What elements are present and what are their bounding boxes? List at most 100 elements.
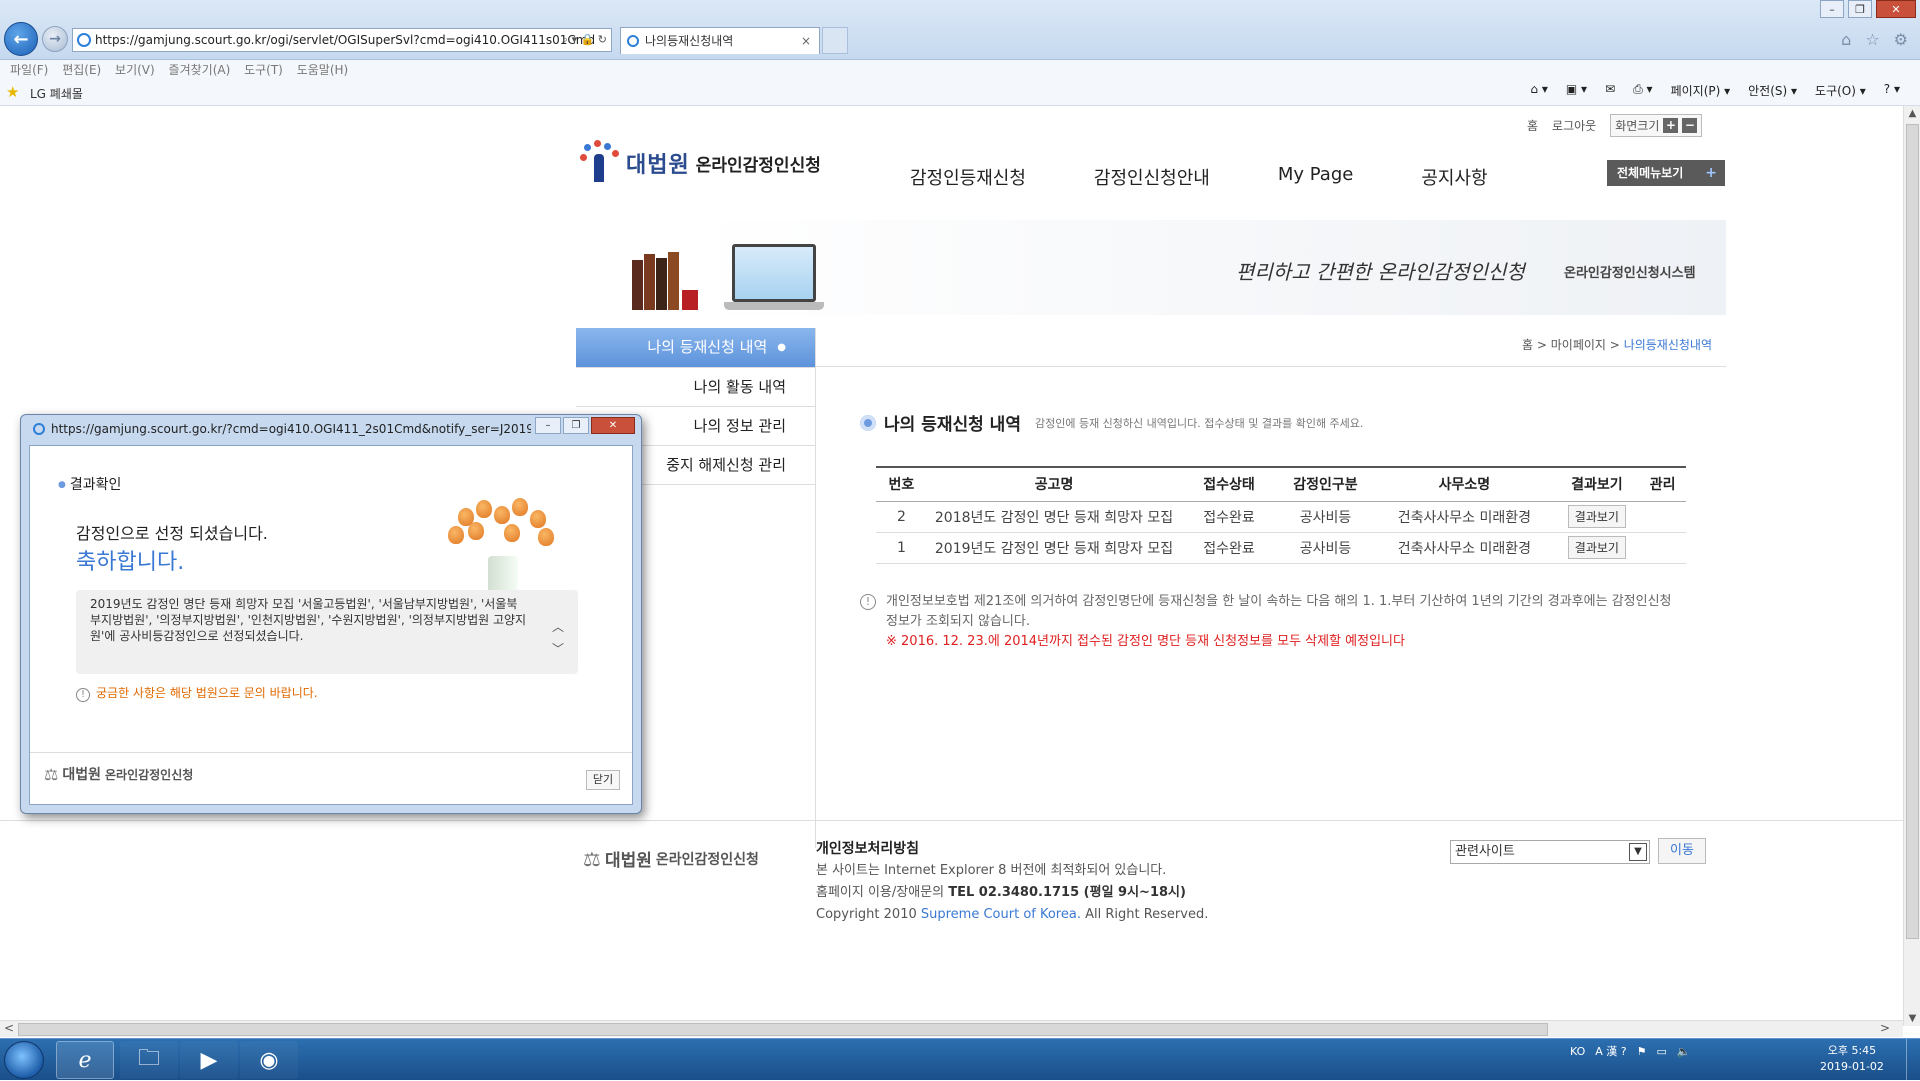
scroll-down-icon[interactable]: ▼ [1904, 1013, 1920, 1024]
view-result-button[interactable]: 결과보기 [1567, 536, 1626, 559]
gnb-register[interactable]: 감정인등재신청 [910, 164, 1026, 190]
result-popup-window: https://gamjung.scourt.go.kr/?cmd=ogi410… [20, 414, 642, 814]
windows-taskbar: ℯ 🗀 ▶ ◉ KO A 漢 ? ⚑ ▭ 🔈 오후 5:45 2019-01-0… [0, 1038, 1920, 1081]
cell-result: 결과보기 [1554, 501, 1640, 533]
cmd-page[interactable]: 페이지(P) ▾ [1671, 82, 1731, 99]
util-logout-link[interactable]: 로그아웃 [1552, 117, 1596, 134]
tray-volume-icon[interactable]: 🔈 [1677, 1045, 1691, 1058]
close-window-button[interactable]: ✕ [1876, 0, 1916, 18]
font-size-label: 화면크기 [1615, 119, 1660, 133]
popup-body: 결과확인 감정인으로 선정 되셨습니다. 축하합니다. 2019년도 감정인 명… [29, 445, 633, 805]
menu-edit[interactable]: 편집(E) [62, 60, 101, 80]
home-icon[interactable]: ⌂ [1841, 30, 1851, 49]
view-result-button[interactable]: 결과보기 [1567, 505, 1626, 528]
favorite-link[interactable]: LG 폐쇄몰 [30, 85, 83, 102]
side-nav-divider [815, 328, 816, 848]
font-size-minus-button[interactable]: − [1682, 118, 1698, 133]
settings-gear-icon[interactable]: ⚙ [1894, 30, 1908, 49]
vertical-scroll-thumb[interactable] [1906, 124, 1919, 939]
address-actions-icon[interactable]: ⌕ ▾ 🔒 ↻ [562, 29, 607, 51]
menu-file[interactable]: 파일(F) [10, 60, 48, 80]
tray-ime-icon[interactable]: A 漢 ? [1595, 1043, 1626, 1059]
popup-titlebar: https://gamjung.scourt.go.kr/?cmd=ogi410… [31, 419, 531, 439]
section-desc: 감정인에 등재 신청하신 내역입니다. 접수상태 및 결과를 확인해 주세요. [1034, 416, 1364, 430]
crumb-mypage[interactable]: 마이페이지 [1551, 338, 1606, 352]
cell-result: 결과보기 [1554, 532, 1640, 564]
popup-maximize-button[interactable]: ❐ [563, 417, 589, 434]
cell-no: 2 [876, 501, 927, 533]
taskbar-chrome-icon[interactable]: ◉ [240, 1041, 298, 1079]
go-button[interactable]: 이동 [1658, 838, 1706, 864]
favorites-star-icon[interactable]: ★ [6, 83, 19, 101]
crumb-sep: > [1609, 338, 1620, 352]
utility-links: 홈 로그아웃 화면크기 + − [1527, 114, 1703, 137]
lnb-item-registration[interactable]: 나의 등재신청 내역 [576, 328, 816, 368]
util-home-link[interactable]: 홈 [1527, 117, 1538, 134]
tab-close-icon[interactable]: × [801, 28, 811, 54]
horizontal-scrollbar[interactable]: < > [0, 1020, 1903, 1037]
vertical-scrollbar[interactable]: ▲ ▼ [1903, 106, 1920, 1026]
popup-message-box[interactable]: 2019년도 감정인 명단 등재 희망자 모집 '서울고등법원', '서울남부지… [76, 590, 578, 674]
copyright-suffix: All Right Reserved. [1080, 907, 1209, 922]
address-url: https://gamjung.scourt.go.kr/ogi/servlet… [95, 33, 596, 47]
taskbar-ie-icon[interactable]: ℯ [56, 1041, 114, 1079]
taskbar-clock[interactable]: 오후 5:45 2019-01-02 [1820, 1043, 1884, 1075]
cmd-help[interactable]: ? ▾ [1884, 82, 1900, 99]
popup-close-button[interactable]: 닫기 [586, 770, 620, 790]
show-desktop-button[interactable] [1906, 1039, 1920, 1081]
new-tab-button[interactable] [822, 27, 848, 54]
cell-type: 공사비등 [1276, 532, 1375, 564]
cmd-print-icon[interactable]: ⎙ ▾ [1633, 82, 1652, 99]
cmd-safety[interactable]: 안전(S) ▾ [1748, 82, 1797, 99]
menu-tools[interactable]: 도구(T) [244, 60, 283, 80]
scroll-right-icon[interactable]: > [1880, 1021, 1890, 1035]
gnb-notice[interactable]: 공지사항 [1421, 164, 1487, 190]
menu-help[interactable]: 도움말(H) [297, 60, 349, 80]
popup-minimize-button[interactable]: – [535, 417, 561, 434]
tray-flag-icon[interactable]: ⚑ [1637, 1045, 1647, 1058]
scroll-up-icon[interactable]: ▲ [1904, 108, 1920, 119]
minimize-button[interactable]: – [1820, 0, 1844, 18]
cmd-home-icon[interactable]: ⌂ ▾ [1530, 82, 1547, 99]
popup-message: 2019년도 감정인 명단 등재 희망자 모집 '서울고등법원', '서울남부지… [90, 597, 527, 643]
address-bar[interactable]: https://gamjung.scourt.go.kr/ogi/servlet… [72, 28, 612, 52]
tray-language[interactable]: KO [1570, 1045, 1585, 1058]
footer-logo-court: 대법원 [604, 851, 652, 871]
cell-subject: 2018년도 감정인 명단 등재 희망자 모집 [926, 501, 1182, 533]
font-size-plus-button[interactable]: + [1663, 118, 1679, 133]
all-menu-button[interactable]: 전체메뉴보기 + [1607, 160, 1725, 186]
favorites-icon[interactable]: ☆ [1865, 30, 1879, 49]
site-logo[interactable]: 대법원 온라인감정인신청 [580, 140, 821, 186]
footer-logo-system: 온라인감정인신청 [655, 851, 759, 868]
gnb-guide[interactable]: 감정인신청안내 [1094, 164, 1210, 190]
start-button[interactable] [4, 1041, 44, 1079]
maximize-button[interactable]: ❐ [1848, 0, 1872, 18]
tray-network-icon[interactable]: ▭ [1657, 1045, 1667, 1058]
popup-close-x-button[interactable]: ✕ [591, 417, 635, 434]
system-tray: KO A 漢 ? ⚑ ▭ 🔈 [1570, 1043, 1691, 1059]
supreme-court-link[interactable]: Supreme Court of Korea. [921, 907, 1081, 922]
horizontal-scroll-thumb[interactable] [18, 1023, 1548, 1036]
popup-ie-icon [33, 423, 45, 435]
taskbar-explorer-icon[interactable]: 🗀 [120, 1041, 178, 1079]
related-sites-select[interactable]: 관련사이트 ▼ [1450, 840, 1650, 864]
message-scroll-icons[interactable]: ︿ ﹀ [552, 616, 564, 660]
cmd-rss-icon[interactable]: ▣ ▾ [1566, 82, 1587, 99]
clock-time: 오후 5:45 [1827, 1044, 1877, 1057]
section-header: 나의 등재신청 내역 감정인에 등재 신청하신 내역입니다. 접수상태 및 결과… [860, 410, 1363, 435]
lnb-item-activity[interactable]: 나의 활동 내역 [576, 368, 816, 407]
browser-tab[interactable]: 나의등재신청내역 × [620, 27, 820, 54]
cell-type: 공사비등 [1276, 501, 1375, 533]
menu-favorites[interactable]: 즐겨찾기(A) [169, 60, 231, 80]
cmd-tools[interactable]: 도구(O) ▾ [1815, 82, 1866, 99]
crumb-home[interactable]: 홈 [1522, 338, 1533, 352]
scroll-left-icon[interactable]: < [4, 1021, 14, 1035]
menu-view[interactable]: 보기(V) [115, 60, 155, 80]
cell-no: 1 [876, 532, 927, 564]
gnb-mypage[interactable]: My Page [1278, 164, 1353, 190]
privacy-policy-link[interactable]: 개인정보처리방침 [816, 838, 1208, 860]
forward-button[interactable]: → [42, 26, 68, 52]
taskbar-media-icon[interactable]: ▶ [180, 1041, 238, 1079]
cmd-mail-icon[interactable]: ✉ [1605, 82, 1615, 99]
back-button[interactable]: ← [4, 22, 38, 56]
